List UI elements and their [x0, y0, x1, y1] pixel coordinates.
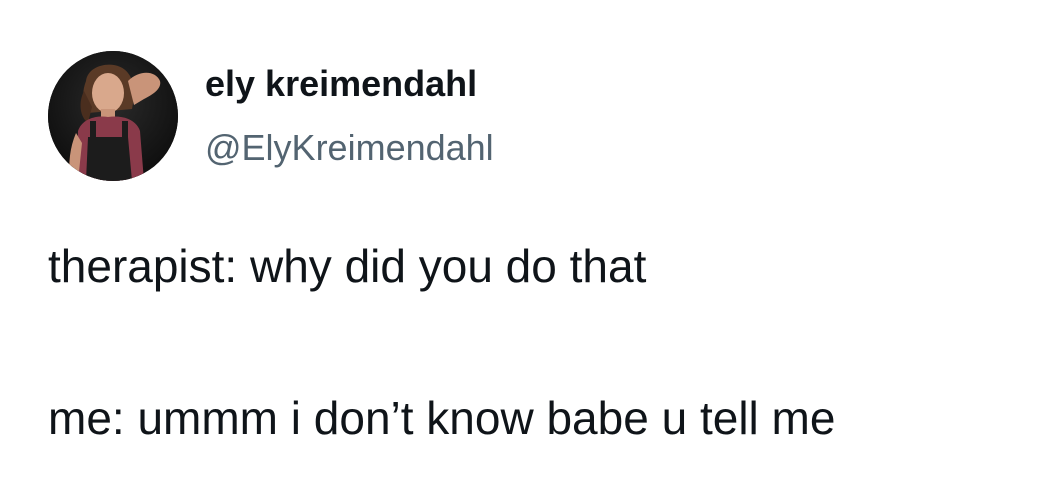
author-display-name[interactable]: ely kreimendahl	[205, 60, 477, 108]
profile-photo-icon	[48, 51, 178, 181]
tweet-text-line: me: ummm i don’t know babe u tell me	[48, 392, 836, 444]
avatar[interactable]	[48, 51, 178, 181]
author-handle[interactable]: @ElyKreimendahl	[205, 124, 494, 172]
tweet-text-line: therapist: why did you do that	[48, 240, 647, 292]
tweet-card: ely kreimendahl @ElyKreimendahl therapis…	[0, 0, 1064, 504]
